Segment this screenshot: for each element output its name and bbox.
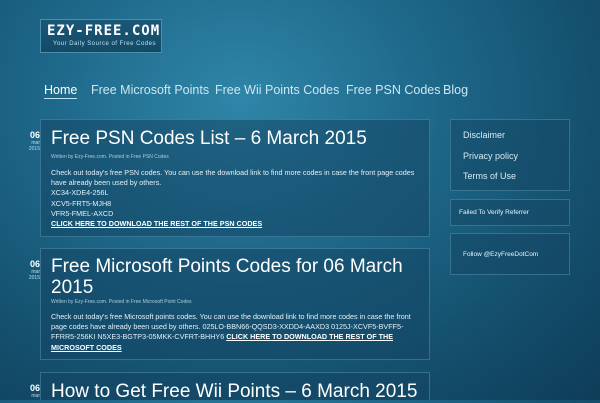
post-title[interactable]: Free PSN Codes List – 6 March 2015 (51, 128, 367, 150)
post-meta: Written by Ezy-Free.com. Posted in Free … (51, 154, 169, 160)
post-card: Free Microsoft Points Codes for 06 March… (40, 248, 430, 360)
post-date: 06 mar 2015 (20, 259, 40, 281)
sidebar-link-privacy[interactable]: Privacy policy (463, 151, 518, 161)
date-day: 06 (29, 130, 40, 140)
sidebar-link-disclaimer[interactable]: Disclaimer (463, 130, 505, 140)
referrer-message: Failed To Verify Referrer (459, 209, 529, 216)
sidebar-follow-box: Follow @EzyFreeDotCom (450, 233, 570, 275)
sidebar-link-terms[interactable]: Terms of Use (463, 171, 516, 181)
nav-item-psn-codes[interactable]: Free PSN Codes (346, 83, 440, 97)
post-title-line: 2015 (51, 277, 94, 298)
post-body: Check out today's free Microsoft points … (51, 312, 421, 353)
download-psn-link[interactable]: CLICK HERE TO DOWNLOAD THE REST OF THE P… (51, 219, 262, 228)
date-year: 2015 (28, 146, 40, 152)
date-month: mar (31, 393, 40, 399)
nav-item-home[interactable]: Home (44, 83, 78, 99)
date-day: 06 (29, 383, 40, 393)
code-item: XC34-XDE4-256L (51, 188, 109, 198)
post-title-line: Free Microsoft Points Codes for 06 March (51, 256, 403, 277)
site-logo[interactable]: EZY-FREE.COM Your Daily Source of Free C… (40, 19, 162, 53)
date-year: 2015 (28, 275, 40, 281)
post-meta: Written by Ezy-Free.com. Posted in Free … (51, 299, 192, 305)
nav-item-wii-points[interactable]: Free Wii Points Codes (215, 83, 339, 97)
post-excerpt: Check out today's free PSN codes. You ca… (51, 168, 415, 188)
code-item: VFR5-FMEL-AXCD (51, 208, 114, 218)
post-body: Check out today's free PSN codes. You ca… (51, 168, 421, 229)
post-title[interactable]: Free Microsoft Points Codes for 06 March… (51, 256, 403, 298)
logo-title: EZY-FREE.COM (47, 23, 161, 39)
post-date: 06 mar 2015 (20, 130, 40, 152)
sidebar-links: Disclaimer Privacy policy Terms of Use (450, 119, 570, 191)
post-date: 06 mar (20, 383, 40, 399)
nav-item-microsoft-points[interactable]: Free Microsoft Points (91, 83, 209, 97)
date-day: 06 (29, 259, 40, 269)
sidebar-referrer-box: Failed To Verify Referrer (450, 199, 570, 226)
follow-link[interactable]: Follow @EzyFreeDotCom (463, 251, 538, 258)
logo-tagline: Your Daily Source of Free Codes (53, 41, 156, 47)
nav-item-blog[interactable]: Blog (443, 83, 468, 97)
post-card: Free PSN Codes List – 6 March 2015 Writt… (40, 119, 430, 237)
post-card: How to Get Free Wii Points – 6 March 201… (40, 372, 430, 402)
code-item: XCV5-FRT5-MJH8 (51, 198, 112, 208)
